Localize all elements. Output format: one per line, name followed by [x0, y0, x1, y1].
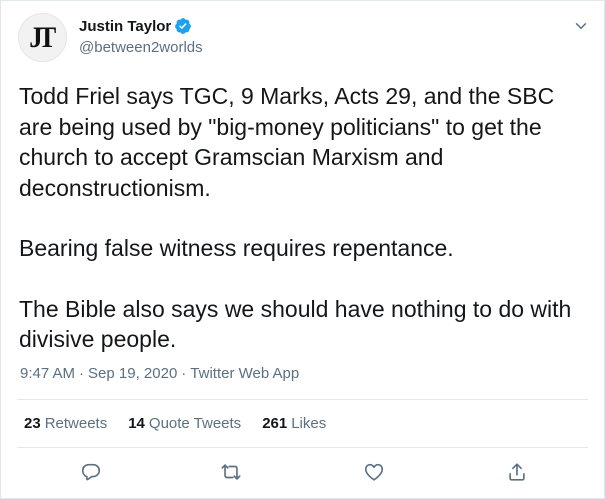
engagement-stats: 23 Retweets 14 Quote Tweets 261 Likes	[24, 415, 347, 432]
divider	[17, 447, 588, 448]
likes-label: Likes	[291, 415, 327, 432]
divider	[17, 399, 588, 400]
meta-separator: ·	[79, 365, 85, 382]
author-handle[interactable]: @between2worlds	[79, 39, 203, 56]
quote-tweets-label: Quote Tweets	[148, 415, 242, 432]
tweet-text: Todd Friel says TGC, 9 Marks, Acts 29, a…	[19, 81, 589, 355]
tweet-paragraph: The Bible also says we should have nothi…	[19, 295, 572, 353]
retweet-icon[interactable]	[218, 459, 244, 485]
tweet-source[interactable]: Twitter Web App	[190, 365, 299, 382]
tweet-paragraph: Bearing false witness requires repentanc…	[19, 235, 454, 261]
retweets-count: 23	[24, 415, 41, 432]
retweets-label: Retweets	[44, 415, 108, 432]
chevron-down-icon[interactable]	[572, 17, 590, 35]
tweet-meta: 9:47 AM · Sep 19, 2020 · Twitter Web App	[20, 365, 299, 382]
tweet-paragraph: Todd Friel says TGC, 9 Marks, Acts 29, a…	[19, 83, 555, 201]
verified-badge-icon	[174, 17, 192, 35]
heart-icon[interactable]	[361, 459, 387, 485]
likes-stat[interactable]: 261 Likes	[262, 415, 326, 432]
tweet-date: Sep 19, 2020	[88, 365, 178, 382]
author-display-name[interactable]: Justin Taylor	[79, 18, 171, 35]
action-bar	[1, 457, 604, 487]
quote-tweets-count: 14	[128, 415, 145, 432]
author-name-row: Justin Taylor	[79, 17, 192, 35]
avatar[interactable]: JT	[18, 13, 67, 62]
tweet-timestamp[interactable]: 9:47 AM · Sep 19, 2020	[20, 365, 177, 382]
share-icon[interactable]	[504, 459, 530, 485]
quote-tweets-stat[interactable]: 14 Quote Tweets	[128, 415, 241, 432]
retweets-stat[interactable]: 23 Retweets	[24, 415, 107, 432]
reply-icon[interactable]	[78, 459, 104, 485]
avatar-initials: JT	[29, 20, 56, 54]
tweet-time: 9:47 AM	[20, 365, 76, 382]
meta-separator: ·	[181, 365, 187, 382]
likes-count: 261	[262, 415, 288, 432]
tweet-card: JT Justin Taylor @between2worlds Todd Fr…	[0, 0, 605, 499]
